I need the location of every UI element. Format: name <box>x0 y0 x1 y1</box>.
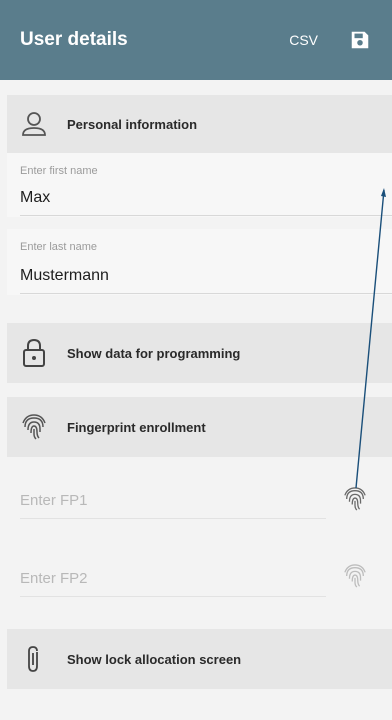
fp1-fingerprint-icon[interactable] <box>343 484 367 514</box>
section-label: Show data for programming <box>67 345 241 361</box>
person-icon <box>21 109 47 139</box>
fp2-fingerprint-icon[interactable] <box>343 561 367 591</box>
save-icon <box>351 31 369 49</box>
section-label: Fingerprint enrollment <box>67 419 206 435</box>
paperclip-icon <box>21 644 47 674</box>
last-name-field[interactable]: Enter last name Mustermann <box>7 229 392 295</box>
lock-icon <box>21 338 47 368</box>
first-name-underline <box>20 215 392 216</box>
section-lock-allocation[interactable]: Show lock allocation screen <box>7 629 392 689</box>
first-name-input[interactable]: Max <box>20 189 50 207</box>
fp2-underline <box>20 596 326 597</box>
section-label: Show lock allocation screen <box>67 651 242 667</box>
last-name-input[interactable]: Mustermann <box>20 267 109 285</box>
fp1-input[interactable]: Enter FP1 <box>20 492 88 509</box>
save-button[interactable] <box>348 28 372 52</box>
section-fingerprint-enrollment[interactable]: Fingerprint enrollment <box>7 397 392 457</box>
last-name-label: Enter last name <box>20 241 98 253</box>
page-title: User details <box>20 29 128 50</box>
app-bar: User details CSV <box>0 0 392 80</box>
first-name-label: Enter first name <box>20 165 98 177</box>
csv-button[interactable]: CSV <box>289 32 318 48</box>
last-name-underline <box>20 293 392 294</box>
fp2-input[interactable]: Enter FP2 <box>20 570 88 587</box>
fp1-underline <box>20 518 326 519</box>
first-name-field[interactable]: Enter first name Max <box>7 153 392 217</box>
section-show-data-programming[interactable]: Show data for programming <box>7 323 392 383</box>
fingerprint-icon <box>21 412 47 442</box>
section-personal-information[interactable]: Personal information <box>7 95 392 153</box>
section-label: Personal information <box>67 116 198 132</box>
